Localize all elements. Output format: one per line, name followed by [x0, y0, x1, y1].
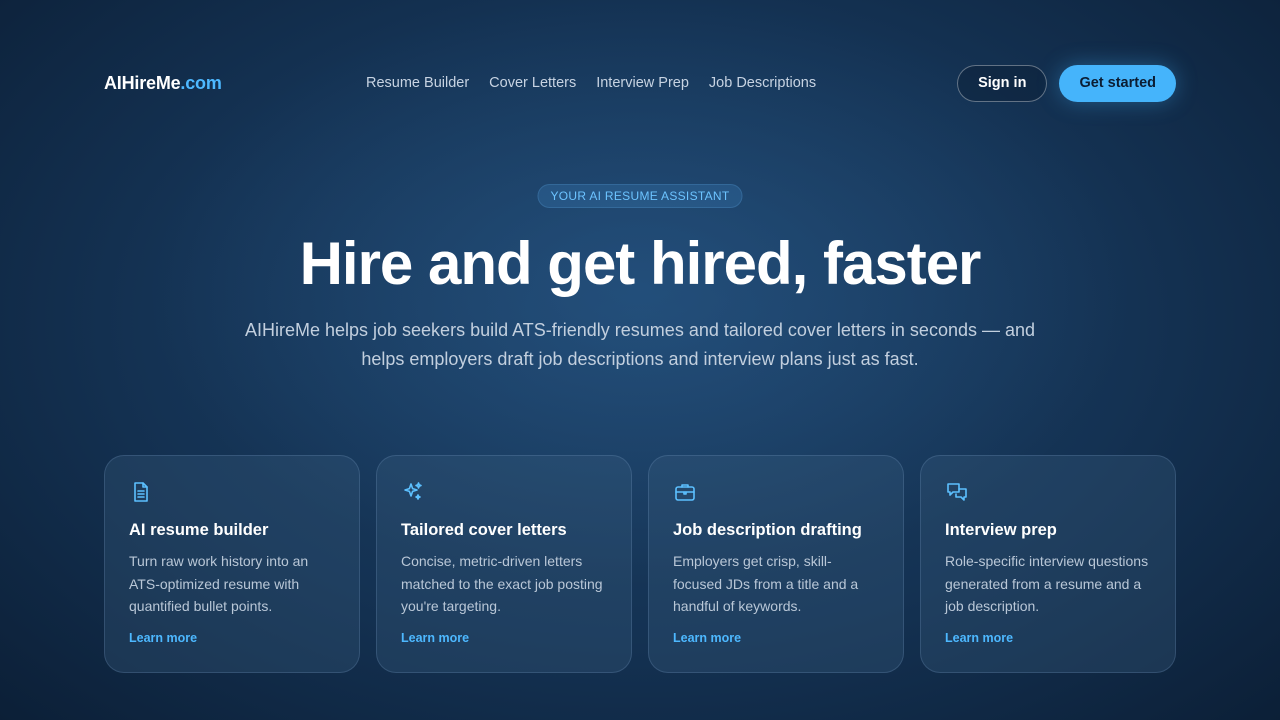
learn-more-link[interactable]: Learn more	[401, 631, 469, 645]
learn-more-link[interactable]: Learn more	[129, 631, 197, 645]
nav-link-job-descriptions[interactable]: Job Descriptions	[709, 75, 816, 91]
top-nav: AIHireMe.com Resume Builder Cover Letter…	[104, 64, 1176, 102]
feature-title: Interview prep	[945, 521, 1057, 539]
feature-card-cover-letters: Tailored cover letters Concise, metric-d…	[376, 455, 632, 673]
chat-bubbles-icon	[945, 480, 969, 504]
eyebrow-badge: YOUR AI RESUME ASSISTANT	[537, 184, 743, 208]
sign-in-button[interactable]: Sign in	[957, 64, 1048, 102]
hero-subtitle: AIHireMe helps job seekers build ATS-fri…	[244, 320, 1036, 369]
feature-description: Turn raw work history into an ATS-optimi…	[129, 553, 309, 614]
brand-domain: .com	[180, 72, 222, 93]
brand-name: AIHireMe	[104, 72, 181, 93]
get-started-button[interactable]: Get started	[1059, 64, 1176, 102]
brand-logo[interactable]: AIHireMe.com	[104, 73, 222, 94]
briefcase-icon	[673, 480, 697, 504]
nav-link-interview-prep[interactable]: Interview Prep	[596, 75, 689, 91]
hero-title: Hire and get hired, faster	[299, 230, 982, 297]
document-icon	[129, 480, 153, 504]
feature-description: Concise, metric-driven letters matched t…	[401, 553, 603, 614]
nav-actions: Sign in Get started	[957, 64, 1176, 102]
nav-links: Resume Builder Cover Letters Interview P…	[366, 75, 816, 91]
feature-description: Role-specific interview questions genera…	[945, 553, 1149, 614]
feature-title: AI resume builder	[129, 521, 269, 539]
feature-title: Tailored cover letters	[401, 521, 567, 539]
feature-description: Employers get crisp, skill-focused JDs f…	[673, 553, 859, 614]
feature-card-job-descriptions: Job description drafting Employers get c…	[648, 455, 904, 673]
sparkles-icon	[401, 480, 425, 504]
feature-cards: AI resume builder Turn raw work history …	[104, 455, 1176, 673]
nav-link-resume-builder[interactable]: Resume Builder	[366, 75, 469, 91]
feature-card-resume-builder: AI resume builder Turn raw work history …	[104, 455, 360, 673]
learn-more-link[interactable]: Learn more	[673, 631, 741, 645]
learn-more-link[interactable]: Learn more	[945, 631, 1013, 645]
feature-card-interview-prep: Interview prep Role-specific interview q…	[920, 455, 1176, 673]
nav-link-cover-letters[interactable]: Cover Letters	[489, 75, 576, 91]
feature-title: Job description drafting	[673, 521, 862, 539]
